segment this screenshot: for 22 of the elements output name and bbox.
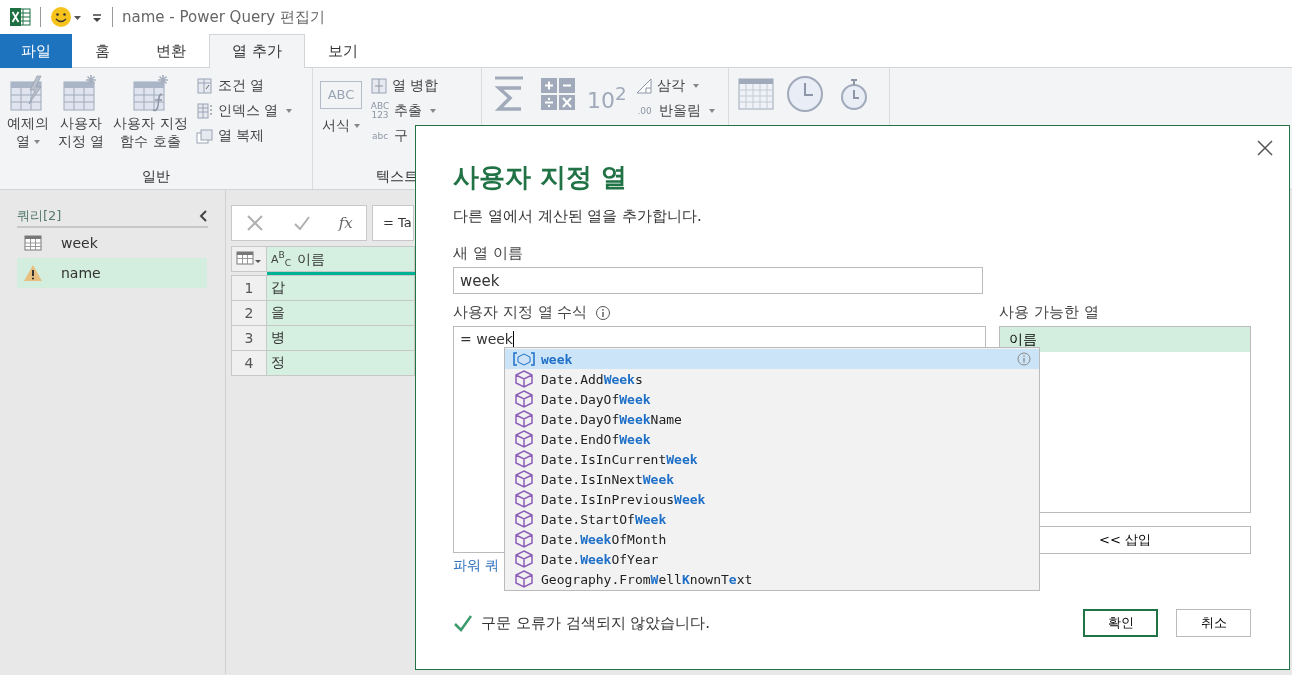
format-text-icon: ABC	[320, 81, 362, 109]
table-cell: 정	[266, 350, 415, 376]
table-cell: 갑	[266, 275, 415, 301]
row-number: 3	[231, 325, 267, 351]
dialog-title: 사용자 지정 열	[453, 161, 629, 194]
table-cell: 병	[266, 325, 415, 351]
table-cell: 을	[266, 300, 415, 326]
field-label: 사용자 지정 열 수식	[453, 303, 588, 322]
icon-text: ABC 123	[370, 102, 390, 120]
status-message: 구문 오류가 검색되지 않았습니다.	[481, 613, 711, 633]
icon-text: .00	[636, 106, 653, 116]
group-label: 일반	[141, 168, 171, 186]
exponent-icon: 10$^{2}$	[587, 74, 627, 114]
row-number: 4	[231, 350, 267, 376]
window-title: name - Power Query 편집기	[122, 7, 325, 27]
icon-text: abc	[370, 131, 390, 141]
dialog-subtitle: 다른 열에서 계산된 열을 추가합니다.	[453, 207, 703, 226]
row-number: 1	[231, 275, 267, 301]
field-label: 사용 가능한 열	[999, 303, 1100, 322]
row-number: 2	[231, 300, 267, 326]
queries-header: 쿼리[2]	[17, 207, 62, 225]
field-label: 새 열 이름	[453, 244, 524, 263]
